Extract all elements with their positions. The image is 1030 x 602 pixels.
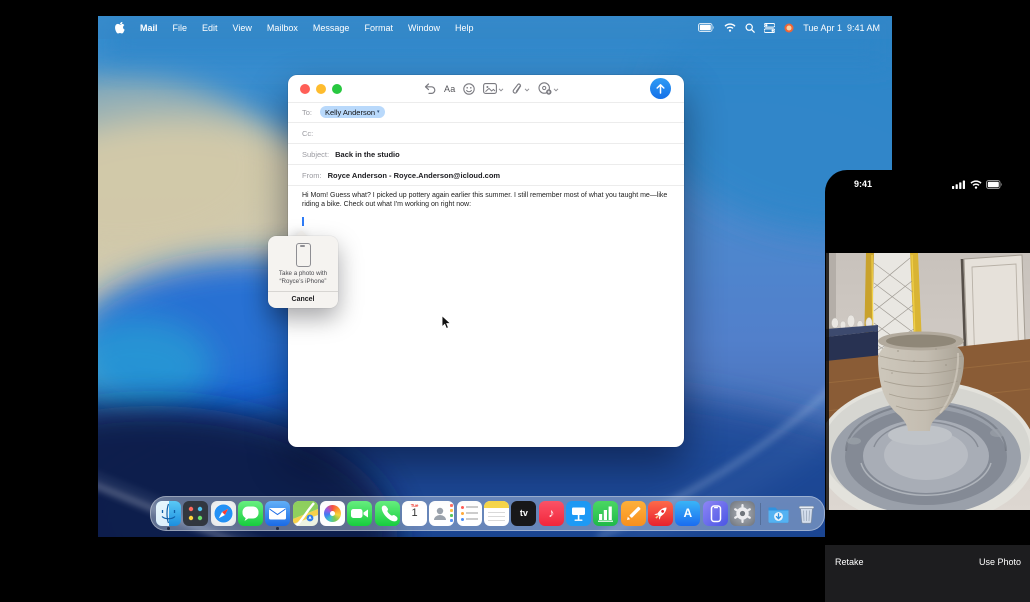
- insert-from-iphone-button[interactable]: [538, 82, 559, 95]
- wifi-icon: [970, 180, 982, 189]
- to-label: To:: [302, 108, 314, 117]
- compose-toolbar: Aa: [288, 75, 684, 103]
- calendar-day: 1: [402, 507, 427, 519]
- menu-item-format[interactable]: Format: [364, 23, 393, 33]
- send-button[interactable]: [650, 78, 671, 99]
- attach-file-button[interactable]: [512, 83, 530, 95]
- dock-music-icon[interactable]: ♪: [539, 499, 564, 529]
- subject-value: Back in the studio: [335, 150, 400, 159]
- send-arrow-icon: [656, 84, 665, 94]
- popover-title-line2: “Royce’s iPhone”: [268, 278, 338, 286]
- insert-from-iphone-icon: [538, 82, 552, 95]
- iphone-icon: [296, 243, 311, 267]
- dock-reminders-icon[interactable]: [457, 499, 482, 529]
- format-icon[interactable]: Aa: [444, 84, 455, 94]
- recipient-token[interactable]: Kelly Anderson ▾: [320, 106, 385, 118]
- color-profile-icon[interactable]: [784, 23, 794, 33]
- battery-icon[interactable]: [698, 23, 715, 32]
- from-field[interactable]: From: Royce Anderson - Royce.Anderson@ic…: [288, 165, 684, 186]
- dock-safari-icon[interactable]: [211, 499, 236, 529]
- recipient-chevron-icon: ▾: [377, 109, 380, 115]
- menu-item-mailbox[interactable]: Mailbox: [267, 23, 298, 33]
- captured-photo-pottery: [826, 253, 1030, 510]
- photo-browser-icon: [483, 83, 497, 94]
- emoji-icon[interactable]: [463, 83, 475, 95]
- dock-divider: [760, 503, 761, 525]
- menu-item-edit[interactable]: Edit: [202, 23, 218, 33]
- app-store-logo: A: [684, 506, 693, 520]
- dock-iphone-mirroring-icon[interactable]: [703, 499, 728, 529]
- dock-app-store-icon[interactable]: A: [675, 499, 700, 529]
- text-caret: [302, 217, 304, 226]
- menu-bar: Mail File Edit View Mailbox Message Form…: [98, 16, 892, 39]
- dock-numbers-icon[interactable]: [593, 499, 618, 529]
- dock-notes-icon[interactable]: [484, 499, 509, 529]
- zoom-button[interactable]: [332, 84, 342, 94]
- use-photo-button[interactable]: Use Photo: [979, 557, 1021, 567]
- dock-photos-icon[interactable]: [320, 499, 345, 529]
- dock-pages-icon[interactable]: [621, 499, 646, 529]
- retake-button[interactable]: Retake: [835, 557, 864, 567]
- mail-compose-window: Aa: [288, 75, 684, 447]
- iphone-status-bar: 9:41: [825, 170, 1030, 198]
- dock-rocket-icon[interactable]: [648, 499, 673, 529]
- search-icon[interactable]: [745, 23, 755, 33]
- dock-launchpad-icon[interactable]: [183, 499, 208, 529]
- minimize-button[interactable]: [316, 84, 326, 94]
- control-center-icon[interactable]: [764, 23, 775, 33]
- cancel-button[interactable]: Cancel: [268, 292, 338, 308]
- wifi-icon[interactable]: [724, 23, 736, 32]
- message-body[interactable]: Hi Mom! Guess what? I picked up pottery …: [302, 191, 674, 209]
- dock-phone-icon[interactable]: [375, 499, 400, 529]
- from-label: From:: [302, 171, 322, 180]
- menu-item-file[interactable]: File: [173, 23, 188, 33]
- mouse-pointer: [441, 315, 452, 330]
- dock-downloads-icon[interactable]: [766, 499, 791, 529]
- tv-logo: tv: [520, 508, 528, 518]
- close-button[interactable]: [300, 84, 310, 94]
- apple-menu-icon[interactable]: [114, 21, 125, 34]
- dock-system-settings-icon[interactable]: [730, 499, 755, 529]
- chevron-down-icon: [498, 88, 504, 92]
- dock-facetime-icon[interactable]: [347, 499, 372, 529]
- dock-keynote-icon[interactable]: [566, 499, 591, 529]
- undo-icon[interactable]: [424, 83, 436, 94]
- dock-maps-icon[interactable]: [293, 499, 318, 529]
- chevron-down-icon: [524, 88, 530, 92]
- dock-finder-icon[interactable]: [156, 499, 181, 529]
- from-value: Royce Anderson - Royce.Anderson@icloud.c…: [328, 171, 500, 180]
- music-note-icon: ♪: [548, 506, 554, 520]
- iphone-clock: 9:41: [854, 179, 872, 189]
- menu-item-window[interactable]: Window: [408, 23, 440, 33]
- battery-icon: [986, 180, 1003, 189]
- paperclip-icon: [512, 83, 523, 95]
- chevron-down-icon: [553, 88, 559, 92]
- dock-tv-icon[interactable]: tv: [511, 499, 536, 529]
- menu-item-view[interactable]: View: [233, 23, 252, 33]
- dock-trash-icon[interactable]: [794, 499, 819, 529]
- menu-item-mail[interactable]: Mail: [140, 23, 158, 33]
- dock-mail-icon[interactable]: [265, 499, 290, 529]
- to-field[interactable]: To: Kelly Anderson ▾: [288, 102, 684, 123]
- menu-clock[interactable]: Tue Apr 19:41 AM: [803, 23, 880, 33]
- popover-title-line1: Take a photo with: [268, 270, 338, 278]
- photo-browser-button[interactable]: [483, 83, 504, 94]
- dock-calendar-icon[interactable]: Tue 1: [402, 499, 427, 529]
- cc-label: Cc:: [302, 129, 314, 138]
- dock-messages-icon[interactable]: [238, 499, 263, 529]
- dock-contacts-icon[interactable]: [429, 499, 454, 529]
- iphone-camera-screen: 9:41: [825, 170, 1030, 602]
- cellular-signal-icon: [952, 180, 966, 189]
- menu-item-message[interactable]: Message: [313, 23, 350, 33]
- menu-item-help[interactable]: Help: [455, 23, 474, 33]
- cc-field[interactable]: Cc:: [288, 123, 684, 144]
- mac-desktop: Mail File Edit View Mailbox Message Form…: [98, 16, 892, 537]
- dock: Tue 1: [150, 496, 825, 531]
- subject-label: Subject:: [302, 150, 329, 159]
- subject-field[interactable]: Subject: Back in the studio: [288, 144, 684, 165]
- iphone-action-bar: Retake Use Photo: [825, 545, 1030, 602]
